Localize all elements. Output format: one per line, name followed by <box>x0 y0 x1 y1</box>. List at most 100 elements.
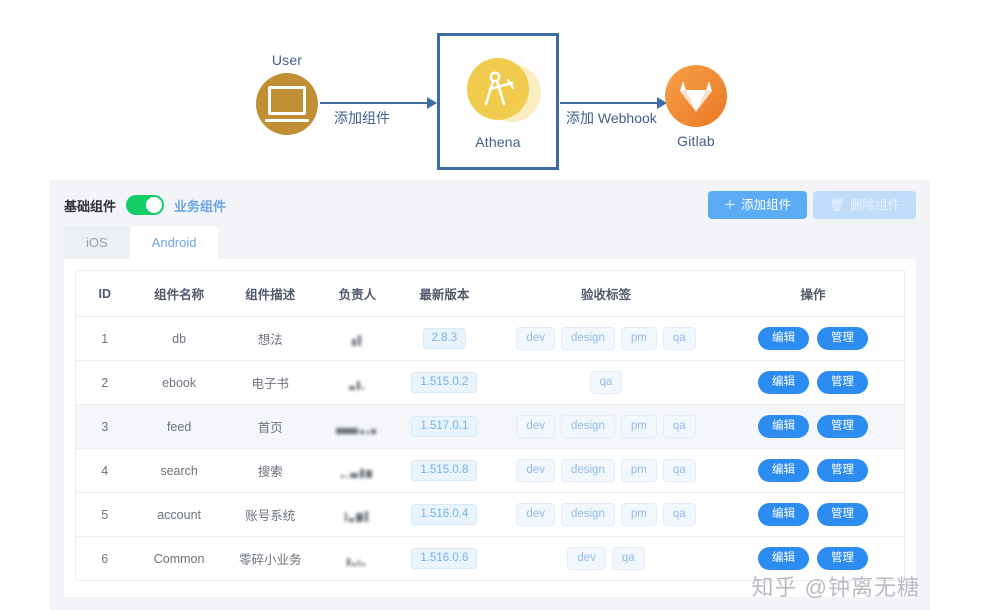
version-badge: 1.516.0.4 <box>411 503 478 526</box>
trash-icon: 🗑 <box>829 197 845 212</box>
tag-dev[interactable]: dev <box>516 414 555 439</box>
cell-owner <box>315 536 399 581</box>
manage-button[interactable]: 管理 <box>817 370 869 395</box>
cell-id: 5 <box>74 492 134 537</box>
tag-group: dev qa <box>494 546 718 571</box>
cell-id: 4 <box>74 448 134 493</box>
components-table: ID 组件名称 组件描述 负责人 最新版本 验收标签 操作 1 db 想法 2.8.3 dev des… <box>74 270 906 581</box>
owner-redacted <box>340 464 374 478</box>
owner-redacted <box>344 508 370 522</box>
tab-ios[interactable]: iOS <box>64 226 130 259</box>
arrow-head-icon <box>427 97 437 109</box>
tab-android[interactable]: Android <box>129 226 219 259</box>
table-body: 1 db 想法 2.8.3 dev design pm qa 编辑 管理 2 ebook 电子书 1.51… <box>74 316 906 581</box>
flow-diagram: User 添加组件 Athena 添加 Webhook Gitlab <box>0 0 981 180</box>
table-header-cell: 负责人 <box>315 270 399 317</box>
toolbar-label-basic: 基础组件 <box>64 198 117 214</box>
cell-operations: 编辑 管理 <box>722 360 906 405</box>
tag-design[interactable]: design <box>560 502 615 527</box>
tag-design[interactable]: design <box>560 414 615 439</box>
toolbar-label-business: 业务组件 <box>174 198 227 214</box>
cell-component-name: account <box>133 492 225 537</box>
operation-buttons: 编辑 管理 <box>726 502 900 527</box>
table-header-cell: 验收标签 <box>489 270 723 317</box>
add-component-button[interactable]: ＋ 添加组件 <box>707 190 808 220</box>
table-header-cell: ID <box>74 270 134 317</box>
tag-group: qa <box>494 370 718 395</box>
cell-tags: dev design pm qa <box>489 492 723 537</box>
tag-qa[interactable]: qa <box>611 546 645 571</box>
compass-icon-svg <box>484 71 515 106</box>
diagram-node-user: User <box>256 52 318 135</box>
operation-buttons: 编辑 管理 <box>726 458 900 483</box>
manage-button[interactable]: 管理 <box>817 502 869 527</box>
tag-pm[interactable]: pm <box>620 502 657 527</box>
cell-owner <box>315 404 399 449</box>
tag-dev[interactable]: dev <box>516 458 555 483</box>
cell-version: 1.515.0.8 <box>398 448 490 493</box>
cell-operations: 编辑 管理 <box>722 492 906 537</box>
tag-qa[interactable]: qa <box>662 502 696 527</box>
component-type-toggle[interactable] <box>126 195 165 215</box>
manage-button[interactable]: 管理 <box>817 414 869 439</box>
tag-qa[interactable]: qa <box>589 370 623 395</box>
cell-id: 2 <box>74 360 134 405</box>
tab-label: iOS <box>86 235 108 250</box>
table-row[interactable]: 2 ebook 电子书 1.515.0.2 qa 编辑 管理 <box>74 360 906 405</box>
edit-button[interactable]: 编辑 <box>758 458 810 483</box>
components-panel: 基础组件 业务组件 ＋ 添加组件 🗑 删除组件 iOS Android ID 组件名… <box>50 180 930 610</box>
cell-component-name: search <box>133 448 225 493</box>
diagram-node-gitlab: Gitlab <box>665 65 727 149</box>
manage-button[interactable]: 管理 <box>817 546 869 571</box>
cell-component-desc: 账号系统 <box>224 492 316 537</box>
tag-pm[interactable]: pm <box>620 326 657 351</box>
cell-tags: qa <box>489 360 723 405</box>
cell-component-desc: 电子书 <box>224 360 316 405</box>
delete-component-label: 删除组件 <box>849 197 900 212</box>
tag-dev[interactable]: dev <box>567 546 606 571</box>
plus-icon: ＋ <box>723 197 737 212</box>
compass-icon <box>467 58 529 120</box>
table-row[interactable]: 5 account 账号系统 1.516.0.4 dev design pm qa 编辑 管理 <box>74 492 906 537</box>
cell-owner <box>315 316 399 361</box>
diagram-node-gitlab-label: Gitlab <box>677 133 715 149</box>
cell-id: 3 <box>74 404 134 449</box>
tag-dev[interactable]: dev <box>516 326 555 351</box>
tag-pm[interactable]: pm <box>620 414 657 439</box>
owner-redacted <box>336 420 378 434</box>
edit-button[interactable]: 编辑 <box>758 414 810 439</box>
tag-qa[interactable]: qa <box>662 458 696 483</box>
table-row[interactable]: 4 search 搜索 1.515.0.8 dev design pm qa 编辑 管理 <box>74 448 906 493</box>
cell-version: 1.516.0.6 <box>398 536 490 581</box>
cell-version: 1.515.0.2 <box>398 360 490 405</box>
tag-pm[interactable]: pm <box>620 458 657 483</box>
table-row[interactable]: 3 feed 首页 1.517.0.1 dev design pm qa 编辑 管理 <box>74 404 906 449</box>
tag-qa[interactable]: qa <box>662 326 696 351</box>
operation-buttons: 编辑 管理 <box>726 370 900 395</box>
diagram-node-athena: Athena <box>437 33 559 170</box>
manage-button[interactable]: 管理 <box>817 458 869 483</box>
edit-button[interactable]: 编辑 <box>758 502 810 527</box>
table-row[interactable]: 1 db 想法 2.8.3 dev design pm qa 编辑 管理 <box>74 316 906 361</box>
diagram-node-athena-label: Athena <box>475 134 521 150</box>
manage-button[interactable]: 管理 <box>817 326 869 351</box>
cell-tags: dev qa <box>489 536 723 581</box>
edit-button[interactable]: 编辑 <box>758 326 810 351</box>
tag-group: dev design pm qa <box>494 458 718 483</box>
owner-redacted <box>351 332 363 346</box>
table-header-cell: 组件描述 <box>224 270 316 317</box>
owner-redacted <box>347 552 367 566</box>
delete-component-button[interactable]: 🗑 删除组件 <box>813 190 916 220</box>
tag-dev[interactable]: dev <box>516 502 555 527</box>
tag-design[interactable]: design <box>560 458 615 483</box>
edit-button[interactable]: 编辑 <box>758 370 810 395</box>
tag-qa[interactable]: qa <box>662 414 696 439</box>
operation-buttons: 编辑 管理 <box>726 326 900 351</box>
tag-group: dev design pm qa <box>494 326 718 351</box>
table-row[interactable]: 6 Common 零碎小业务 1.516.0.6 dev qa 编辑 管理 <box>74 536 906 581</box>
edit-button[interactable]: 编辑 <box>758 546 810 571</box>
tag-design[interactable]: design <box>560 326 615 351</box>
platform-tabs: iOS Android <box>50 226 930 259</box>
arrow-label-add-component: 添加组件 <box>334 110 390 126</box>
cell-version: 1.516.0.4 <box>398 492 490 537</box>
